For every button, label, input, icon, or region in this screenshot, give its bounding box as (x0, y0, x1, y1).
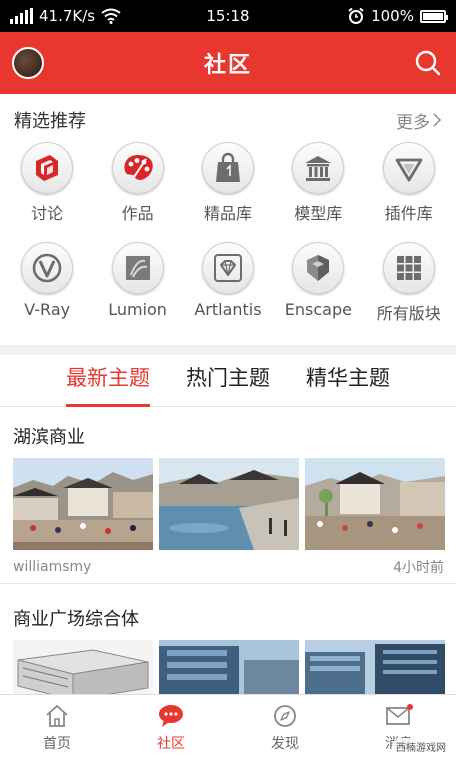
category-label: V-Ray (24, 300, 71, 319)
home-icon (46, 705, 68, 727)
grid-icon (382, 242, 435, 294)
category-model-library[interactable]: 模型库 (274, 142, 362, 242)
more-label: 更多 (396, 112, 430, 133)
nav-community[interactable]: 社区 (114, 695, 228, 760)
chevron-right-icon (433, 113, 442, 127)
nav-label: 发现 (271, 736, 299, 752)
status-bar: 41.7K/s 15:18 100% (0, 0, 456, 32)
category-plugin-library[interactable]: 插件库 (365, 142, 453, 242)
tab-hot[interactable]: 热门主题 (186, 355, 270, 407)
category-all-boards[interactable]: 所有版块 (365, 242, 453, 342)
category-row: 讨论 作品 精品库 模型库 插件库 (0, 142, 456, 242)
status-left: 41.7K/s (10, 7, 155, 25)
category-row: V-Ray Lumion Artlantis Enscape 所有版块 (0, 242, 456, 342)
alarm-icon (348, 7, 364, 24)
category-label: Enscape (284, 300, 352, 319)
nav-label: 首页 (43, 736, 71, 752)
category-works[interactable]: 作品 (94, 142, 182, 242)
mail-icon (386, 704, 413, 725)
post-title: 商业广场综合体 (13, 609, 139, 630)
category-label: 讨论 (31, 204, 64, 223)
category-artlantis[interactable]: Artlantis (184, 242, 272, 342)
category-discussion[interactable]: 讨论 (3, 142, 91, 242)
category-label: 所有版块 (376, 304, 441, 323)
avatar[interactable] (12, 47, 44, 79)
post-image[interactable] (13, 640, 153, 694)
topic-tabs: 最新主题 热门主题 精华主题 (0, 355, 456, 407)
battery-percent: 100% (371, 7, 414, 25)
nav-discover[interactable]: 发现 (228, 695, 342, 760)
category-label: 作品 (121, 204, 154, 223)
sketchup-icon (21, 142, 74, 194)
post-image[interactable] (305, 640, 445, 694)
post-card[interactable]: 湖滨商业 williamsmy 4小时前 (0, 418, 456, 584)
lumion-icon (111, 242, 164, 294)
category-enscape[interactable]: Enscape (274, 242, 362, 342)
palette-icon (111, 142, 164, 194)
category-label: Artlantis (194, 300, 262, 319)
post-thumbnails (0, 640, 456, 694)
post-image[interactable] (159, 640, 299, 694)
post-image[interactable] (159, 458, 299, 550)
nav-home[interactable]: 首页 (0, 695, 114, 760)
post-time: 4小时前 (393, 559, 444, 576)
post-image[interactable] (13, 458, 153, 550)
battery-icon (419, 9, 448, 23)
category-label: 插件库 (384, 204, 433, 223)
section-divider (0, 345, 456, 355)
category-label: 精品库 (203, 204, 252, 223)
recommend-title: 精选推荐 (14, 111, 86, 132)
watermark: 西楠游戏网 (392, 738, 450, 755)
page-title: 社区 (203, 53, 252, 78)
post-author[interactable]: williamsmy (13, 559, 91, 575)
enscape-icon (292, 242, 345, 294)
category-vray[interactable]: V-Ray (3, 242, 91, 342)
shopping-bag-icon (201, 142, 254, 194)
gem-icon (382, 142, 435, 194)
nav-label: 社区 (157, 736, 185, 752)
vray-icon (21, 242, 74, 294)
post-meta: williamsmy 4小时前 (0, 550, 456, 584)
app-header: 社区 (0, 32, 456, 94)
recommend-header: 精选推荐 更多 (0, 98, 456, 142)
category-grid: 讨论 作品 精品库 模型库 插件库 V-Ray Lumion Artlantis… (0, 142, 456, 342)
tab-latest[interactable]: 最新主题 (66, 355, 150, 407)
more-link[interactable]: 更多 (396, 108, 442, 133)
post-card[interactable]: 商业广场综合体 (0, 600, 456, 694)
category-label: Lumion (108, 300, 167, 319)
bottom-nav: 首页 社区 发现 消息 (0, 694, 456, 760)
category-label: 模型库 (294, 204, 343, 223)
category-lumion[interactable]: Lumion (94, 242, 182, 342)
post-image[interactable] (305, 458, 445, 550)
wifi-icon (101, 8, 121, 24)
artlantis-icon (201, 242, 254, 294)
network-speed: 41.7K/s (39, 7, 96, 25)
search-icon[interactable] (414, 49, 442, 77)
status-time: 15:18 (206, 7, 250, 25)
chat-bubble-icon (159, 705, 183, 727)
category-premium-library[interactable]: 精品库 (184, 142, 272, 242)
signal-icon (10, 8, 33, 24)
compass-icon (274, 705, 296, 727)
temple-icon (292, 142, 345, 194)
post-thumbnails (0, 458, 456, 550)
status-right: 100% (301, 7, 448, 25)
post-title: 湖滨商业 (13, 427, 85, 448)
tab-featured[interactable]: 精华主题 (306, 355, 390, 407)
